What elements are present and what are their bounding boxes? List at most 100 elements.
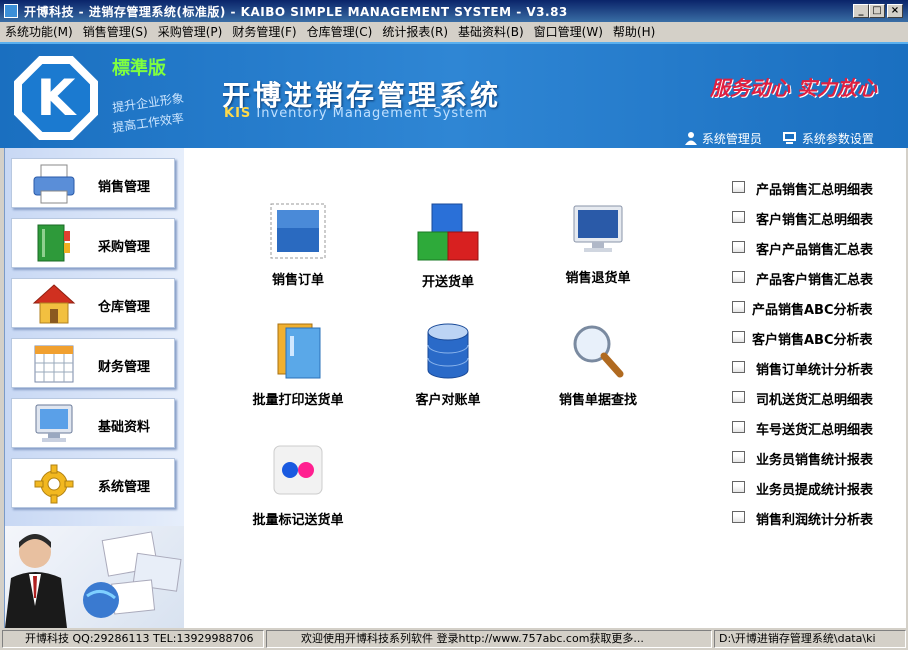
report-link[interactable]: 产品销售ABC分析表 [732,298,892,318]
sidebar-item-system[interactable]: 系统管理 [11,458,175,508]
header-banner: K 標準版 提升企业形象 提高工作效率 开博进销存管理系统 KIS Invent… [0,42,908,148]
report-link[interactable]: 客户销售ABC分析表 [732,328,892,348]
menu-reports[interactable]: 统计报表(R) [377,22,453,42]
status-company: 开博科技 QQ:29286113 TEL:13929988706 [2,630,264,648]
report-label: 客户销售汇总明细表 [756,213,874,228]
sidebar-item-label: 仓库管理 [98,300,151,315]
book-icon [37,224,70,262]
minimize-button[interactable]: _ [853,4,869,18]
tile-label: 销售订单 [271,273,324,288]
report-icon [732,361,745,373]
businessman-illustration [5,531,182,628]
sidebar-item-finance[interactable]: 财务管理 [11,338,175,388]
house-icon [32,284,76,324]
menu-system[interactable]: 系统功能(M) [0,22,78,42]
sales-order-icon [270,203,326,259]
tile-sales-order[interactable]: 销售订单 [228,202,368,288]
report-icon [732,391,745,403]
report-label: 销售利润统计分析表 [756,513,874,528]
sidebar-item-sales[interactable]: 销售管理 [11,158,175,208]
window-title: 开博科技 - 进销存管理系统(标准版) - KAIBO SIMPLE MANAG… [24,5,568,19]
report-link[interactable]: 司机送货汇总明细表 [732,388,892,408]
sidebar-item-label: 销售管理 [98,180,151,195]
system-name-en-text: Inventory Management System [256,106,488,121]
sidebar-item-label: 系统管理 [98,480,151,495]
folder-icon [277,323,321,379]
tile-sales-return[interactable]: 销售退货单 [528,202,668,286]
report-link[interactable]: 产品销售汇总明细表 [732,178,892,198]
menu-warehouse[interactable]: 仓库管理(C) [302,22,378,42]
report-icon [732,511,745,523]
report-link[interactable]: 产品客户销售汇总表 [732,268,892,288]
tile-batch-mark[interactable]: 批量标记送货单 [228,442,368,528]
system-params-link[interactable]: 系统参数设置 [782,130,874,147]
tile-label: 批量打印送货单 [252,393,344,408]
report-link[interactable]: 客户销售汇总明细表 [732,208,892,228]
main-panel: 销售订单 开送货单 销售退货单 批量打印送货单 客户对账单 销售单据查找 批量标… [184,148,906,628]
sidebar-item-purchase[interactable]: 采购管理 [11,218,175,268]
sidebar-item-warehouse[interactable]: 仓库管理 [11,278,175,328]
title-bar: 开博科技 - 进销存管理系统(标准版) - KAIBO SIMPLE MANAG… [0,0,908,22]
report-icon [732,211,745,223]
calendar-icon [34,345,74,383]
sidebar-item-basic-data[interactable]: 基础资料 [11,398,175,448]
report-icon [732,331,745,343]
sidebar: 销售管理 采购管理 仓库管理 财务管理 基础资料 系统管理 [4,148,185,628]
menu-window[interactable]: 窗口管理(W) [529,22,608,42]
menu-bar: 系统功能(M) 销售管理(S) 采购管理(P) 财务管理(F) 仓库管理(C) 统计报表(… [0,22,908,42]
tile-label: 销售单据查找 [558,393,637,408]
app-icon[interactable] [4,4,18,18]
motto: 服务动心 实力放心 [710,76,877,100]
report-label: 业务员销售统计报表 [756,453,874,468]
printer-icon [33,164,75,204]
report-label: 客户产品销售汇总表 [756,243,874,258]
magnifier-icon [573,325,624,378]
menu-help[interactable]: 帮助(H) [608,22,660,42]
tile-label: 开送货单 [421,275,474,290]
maximize-button[interactable]: □ [869,4,885,18]
report-label: 产品客户销售汇总表 [756,273,874,288]
report-icon [732,451,745,463]
sidebar-item-label: 财务管理 [98,360,151,375]
admin-link[interactable]: 系统管理员 [684,130,762,147]
flickr-icon [273,445,323,495]
tile-customer-statement[interactable]: 客户对账单 [378,322,518,408]
report-icon [732,241,745,253]
menu-sales[interactable]: 销售管理(S) [78,22,153,42]
menu-purchase[interactable]: 采购管理(P) [153,22,228,42]
report-label: 司机送货汇总明细表 [756,393,874,408]
sidebar-item-label: 采购管理 [98,240,151,255]
tile-label: 批量标记送货单 [252,513,344,528]
tile-batch-print[interactable]: 批量打印送货单 [228,322,368,408]
report-link[interactable]: 车号送货汇总明细表 [732,418,892,438]
report-icon [732,421,745,433]
menu-basic-data[interactable]: 基础资料(B) [453,22,529,42]
promo-image [5,526,185,628]
report-label: 产品销售ABC分析表 [752,303,873,318]
status-path: D:\开博进销存管理系统\data\ki [714,630,906,648]
report-icon [732,271,745,283]
edition-label: 標準版 [112,58,166,79]
tile-open-delivery[interactable]: 开送货单 [378,202,518,290]
menu-finance[interactable]: 财务管理(F) [227,22,301,42]
system-params-label: 系统参数设置 [801,132,874,146]
sidebar-item-label: 基础资料 [98,420,151,435]
report-link[interactable]: 销售利润统计分析表 [732,508,892,528]
database-icon [427,323,469,379]
user-icon [685,132,697,145]
status-bar: 开博科技 QQ:29286113 TEL:13929988706 欢迎使用开博科… [0,628,908,650]
close-button[interactable]: × [887,4,903,18]
gear-icon [34,464,74,504]
admin-link-label: 系统管理员 [701,132,762,146]
report-link[interactable]: 业务员提成统计报表 [732,478,892,498]
status-welcome: 欢迎使用开博科技系列软件 登录http://www.757abc.com获取更多… [266,630,712,648]
tile-sales-doc-search[interactable]: 销售单据查找 [528,322,668,408]
report-label: 销售订单统计分析表 [756,363,874,378]
system-name-en: KIS Inventory Management System [224,106,488,121]
computer-icon [783,132,796,144]
report-link[interactable]: 客户产品销售汇总表 [732,238,892,258]
report-link[interactable]: 业务员销售统计报表 [732,448,892,468]
report-link[interactable]: 销售订单统计分析表 [732,358,892,378]
report-label: 业务员提成统计报表 [756,483,874,498]
report-icon [732,301,745,313]
